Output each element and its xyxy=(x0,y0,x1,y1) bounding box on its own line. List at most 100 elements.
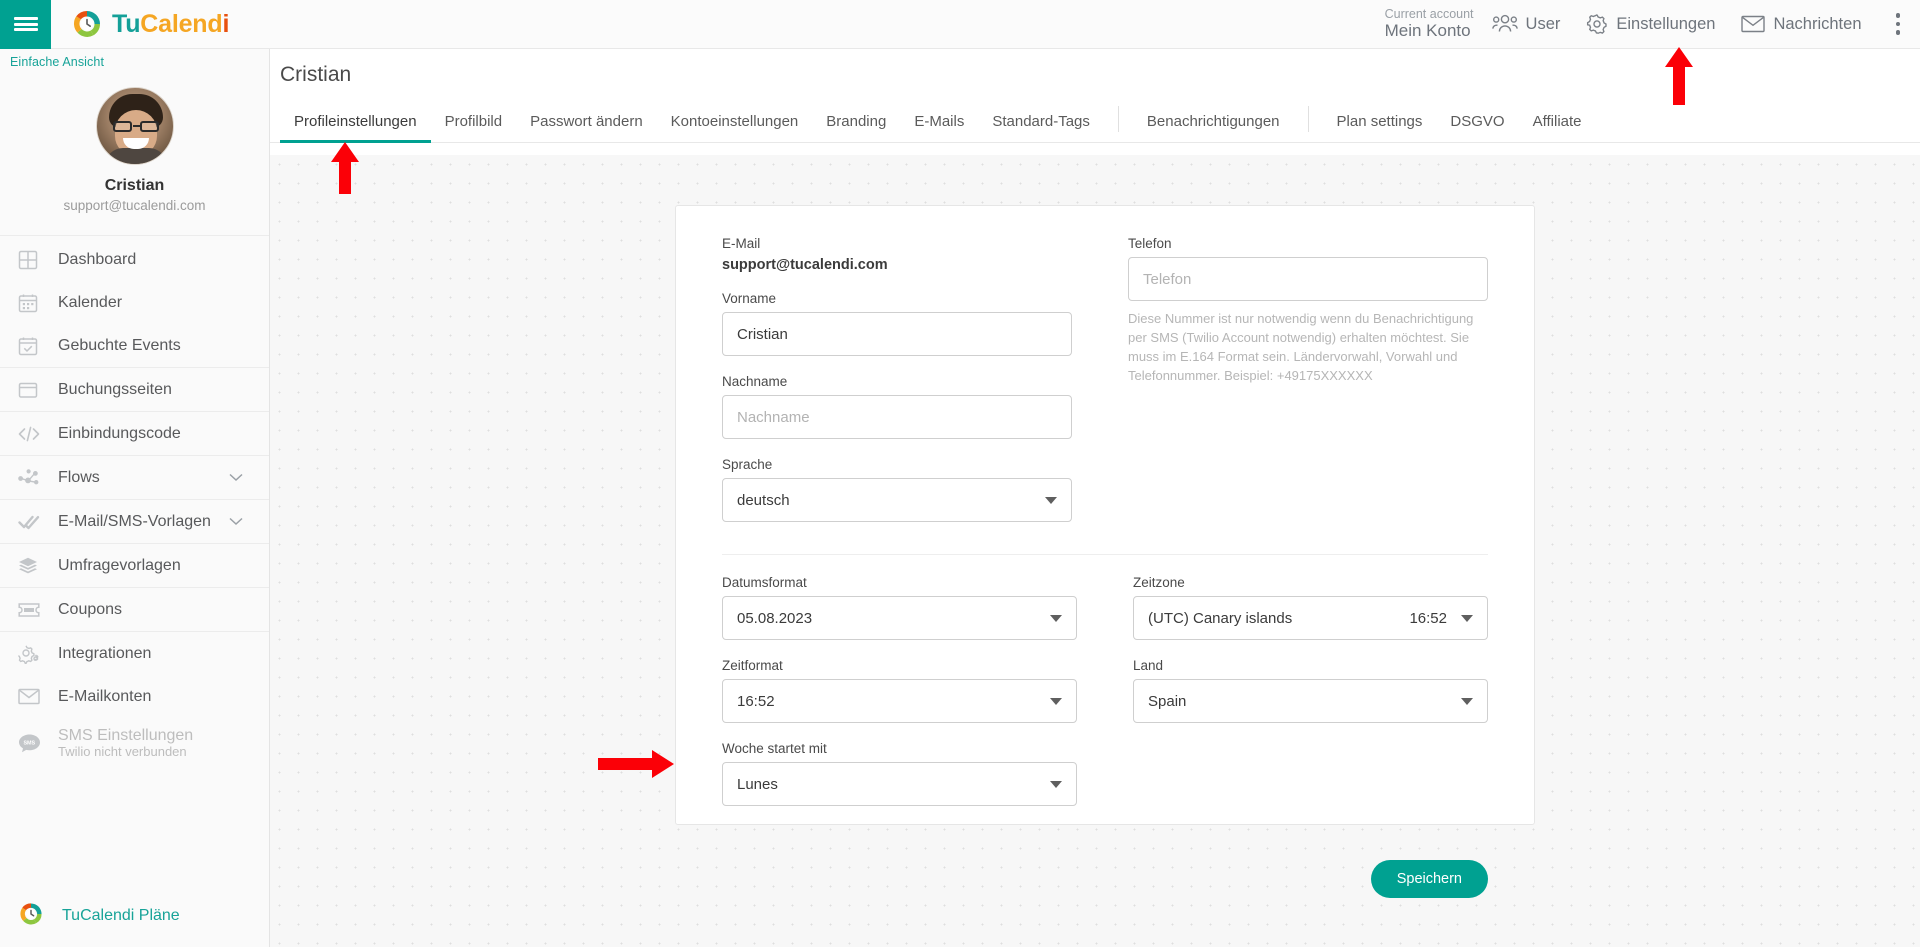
tucalendi-logo-icon xyxy=(71,8,103,40)
tab-group-divider xyxy=(1117,106,1119,132)
telefon-input[interactable]: Telefon xyxy=(1128,257,1488,301)
sidebar-item-gebuchte-events[interactable]: Gebuchte Events xyxy=(0,324,269,367)
chevron-down-icon xyxy=(1050,780,1062,788)
save-button[interactable]: Speichern xyxy=(1370,860,1488,898)
sidebar-item-label: Umfragevorlagen xyxy=(58,556,181,574)
brand-text-tu: Tu xyxy=(112,9,141,38)
window-icon xyxy=(18,380,58,400)
sidebar-item-label: Buchungsseiten xyxy=(58,380,172,398)
nachname-input[interactable]: Nachname xyxy=(722,395,1072,439)
sidebar-item-tucalendi-plaene[interactable]: TuCalendi Pläne xyxy=(0,885,269,947)
field-woche-startet-mit: Woche startet mit Lunes xyxy=(722,741,1077,806)
sidebar-item-sms-einstellungen[interactable]: SMS SMS Einstellungen Twilio nicht verbu… xyxy=(0,718,269,768)
form-column-right: Telefon Telefon Diese Nummer ist nur not… xyxy=(1128,236,1488,540)
sidebar: Einfache Ansicht Cristian support@tucale… xyxy=(0,49,270,947)
vorname-input[interactable]: Cristian xyxy=(722,312,1072,356)
gear-icon xyxy=(1586,13,1608,35)
datumsformat-select[interactable]: 05.08.2023 xyxy=(722,596,1077,640)
tab-plan-settings[interactable]: Plan settings xyxy=(1323,113,1437,142)
sidebar-item-umfragevorlagen[interactable]: Umfragevorlagen xyxy=(0,544,269,587)
tab-emails[interactable]: E-Mails xyxy=(900,113,978,142)
field-sprache-label: Sprache xyxy=(722,457,773,472)
zeitzone-select[interactable]: (UTC) Canary islands 16:52 xyxy=(1133,596,1488,640)
tab-affiliate[interactable]: Affiliate xyxy=(1519,113,1596,142)
arrow-pointing-to-woche-startet-mit-select xyxy=(596,748,676,785)
datumsformat-select-value: 05.08.2023 xyxy=(737,609,813,627)
form-section-divider xyxy=(722,554,1488,555)
zeitzone-right-group: 16:52 xyxy=(1409,610,1473,627)
tab-profileinstellungen[interactable]: Profileinstellungen xyxy=(280,113,431,143)
top-nav-nachrichten[interactable]: Nachrichten xyxy=(1741,15,1862,34)
sidebar-item-label: Flows xyxy=(58,468,100,486)
sidebar-item-label: Gebuchte Events xyxy=(58,336,181,354)
sidebar-item-emailkonten[interactable]: E-Mailkonten xyxy=(0,675,269,718)
arrow-pointing-to-einstellungen-menu xyxy=(1663,45,1695,112)
chevron-down-icon[interactable] xyxy=(229,513,243,531)
field-zeitformat-label: Zeitformat xyxy=(722,658,783,673)
sidebar-item-buchungsseiten[interactable]: Buchungsseiten xyxy=(0,368,269,411)
tab-profilbild[interactable]: Profilbild xyxy=(431,113,517,142)
ticket-icon xyxy=(18,602,58,618)
top-nav-user[interactable]: User xyxy=(1491,14,1560,34)
chevron-down-icon xyxy=(1461,697,1473,705)
land-select[interactable]: Spain xyxy=(1133,679,1488,723)
sidebar-item-flows[interactable]: Flows xyxy=(0,456,269,499)
sidebar-item-label: Integrationen xyxy=(58,644,152,662)
sidebar-plans-label: TuCalendi Pläne xyxy=(62,907,180,924)
tab-standard-tags[interactable]: Standard-Tags xyxy=(978,113,1104,142)
avatar-glasses-bridge xyxy=(132,125,140,127)
kebab-menu-icon[interactable] xyxy=(1888,9,1909,39)
field-nachname-label: Nachname xyxy=(722,374,788,389)
sidebar-profile-name: Cristian xyxy=(104,177,165,194)
tab-branding[interactable]: Branding xyxy=(812,113,900,142)
form-column-left: E-Mail support@tucalendi.com Vorname Cri… xyxy=(722,236,1072,540)
simple-view-link[interactable]: Einfache Ansicht xyxy=(0,49,269,69)
current-account-block[interactable]: Current account Mein Konto xyxy=(1385,7,1474,41)
sidebar-profile-email: support@tucalendi.com xyxy=(63,198,206,213)
gears-icon xyxy=(18,644,58,664)
tab-kontoeinstellungen[interactable]: Kontoeinstellungen xyxy=(657,113,813,142)
field-woche-startet-mit-label: Woche startet mit xyxy=(722,741,827,756)
sidebar-item-coupons[interactable]: Coupons xyxy=(0,588,269,631)
tab-benachrichtigungen[interactable]: Benachrichtigungen xyxy=(1133,113,1294,142)
sidebar-item-integrationen[interactable]: Integrationen xyxy=(0,632,269,675)
hamburger-menu-icon[interactable] xyxy=(0,0,51,49)
sidebar-item-dashboard[interactable]: Dashboard xyxy=(0,238,269,281)
sidebar-item-einbindungscode[interactable]: Einbindungscode xyxy=(0,412,269,455)
field-land: Land Spain xyxy=(1133,658,1488,723)
brand-logo-link[interactable]: TuCalendi xyxy=(71,8,229,40)
chevron-down-icon xyxy=(1461,614,1473,622)
profile-settings-card-inner: E-Mail support@tucalendi.com Vorname Cri… xyxy=(676,206,1534,854)
field-vorname-label: Vorname xyxy=(722,291,777,306)
sidebar-item-label: E-Mailkonten xyxy=(58,687,152,705)
zeitformat-select[interactable]: 16:52 xyxy=(722,679,1077,723)
top-nav-einstellungen[interactable]: Einstellungen xyxy=(1586,13,1715,35)
current-account-caption: Current account xyxy=(1384,7,1474,22)
sidebar-item-email-sms-vorlagen[interactable]: E-Mail/SMS-Vorlagen xyxy=(0,500,269,543)
field-sprache: Sprache deutsch xyxy=(722,457,1072,522)
hamburger-bar-2 xyxy=(13,22,38,26)
field-zeitzone: Zeitzone (UTC) Canary islands 16:52 xyxy=(1133,575,1488,640)
tab-group-divider xyxy=(1307,106,1309,132)
main-content: Cristian Profileinstellungen Profilbild … xyxy=(270,49,1920,947)
top-bar-right-group: Current account Mein Konto User Einstell… xyxy=(1385,0,1920,49)
chevron-down-icon[interactable] xyxy=(229,469,243,487)
calendar-check-icon xyxy=(18,336,58,356)
tab-passwort-aendern[interactable]: Passwort ändern xyxy=(516,113,657,142)
avatar[interactable] xyxy=(95,87,174,165)
field-nachname: Nachname Nachname xyxy=(722,374,1072,439)
field-email: E-Mail support@tucalendi.com xyxy=(722,236,1072,273)
sidebar-item-label: Coupons xyxy=(58,600,123,618)
kebab-dot-1 xyxy=(1895,13,1900,18)
field-datumsformat: Datumsformat 05.08.2023 xyxy=(722,575,1077,640)
sidebar-item-kalender[interactable]: Kalender xyxy=(0,281,269,324)
layers-icon xyxy=(18,556,58,576)
tab-dsgvo[interactable]: DSGVO xyxy=(1436,113,1518,142)
sidebar-item-label: Dashboard xyxy=(58,250,137,268)
envelope-icon xyxy=(18,688,58,705)
sprache-select[interactable]: deutsch xyxy=(722,478,1072,522)
avatar-lens-right xyxy=(139,121,159,132)
avatar-shirt xyxy=(104,148,167,164)
woche-startet-mit-select[interactable]: Lunes xyxy=(722,762,1077,806)
field-zeitformat: Zeitformat 16:52 xyxy=(722,658,1077,723)
